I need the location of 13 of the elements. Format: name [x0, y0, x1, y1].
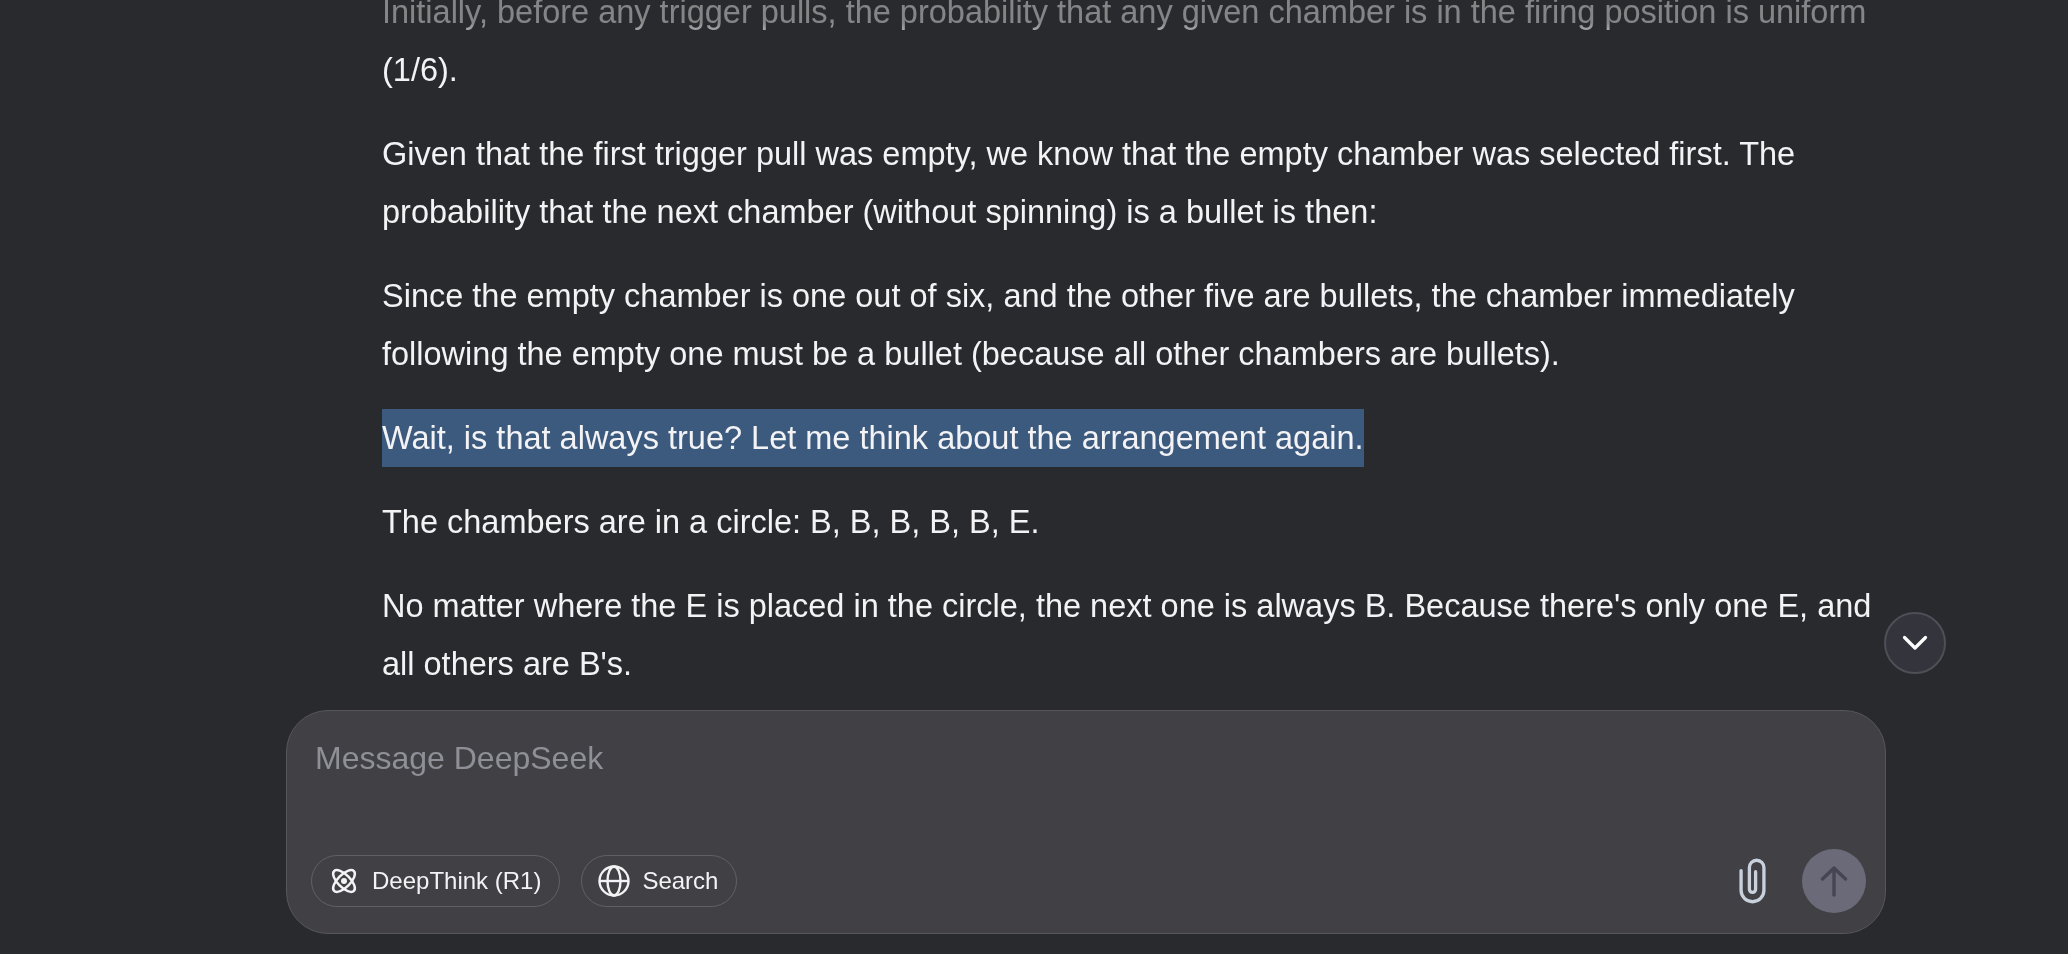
response-paragraph: Wait, is that always true? Let me think about the arrangement again. [382, 409, 1364, 467]
arrow-up-icon [1820, 865, 1848, 897]
message-input[interactable]: Message DeepSeek [311, 738, 1866, 849]
message-composer[interactable]: Message DeepSeek DeepThink (R1) Search [286, 710, 1886, 934]
globe-icon [598, 865, 631, 897]
response-paragraph: Since the empty chamber is one out of six, and the other five are bullets, the chamber immediately following the empty one must be a bullet (because all other chambers are bullets). [382, 277, 1795, 374]
attach-button[interactable] [1739, 858, 1766, 904]
response-paragraph: The chambers are in a circle: B, B, B, B, B, E. [382, 503, 1040, 542]
chevron-down-icon [1902, 635, 1928, 651]
response-paragraph: No matter where the E is placed in the circle, the next one is always B. Because there's only one E, and all others are B's. [382, 587, 1872, 684]
paperclip-icon [1739, 858, 1766, 904]
response-paragraph: Initially, before any trigger pulls, the probability that any given chamber is in the firing position is uniform (1/6). [382, 0, 1867, 90]
response-paragraph: Given that the first trigger pull was empty, we know that the empty chamber was selected first. The probability that the next chamber (without spinning) is a bullet is then: [382, 135, 1796, 232]
